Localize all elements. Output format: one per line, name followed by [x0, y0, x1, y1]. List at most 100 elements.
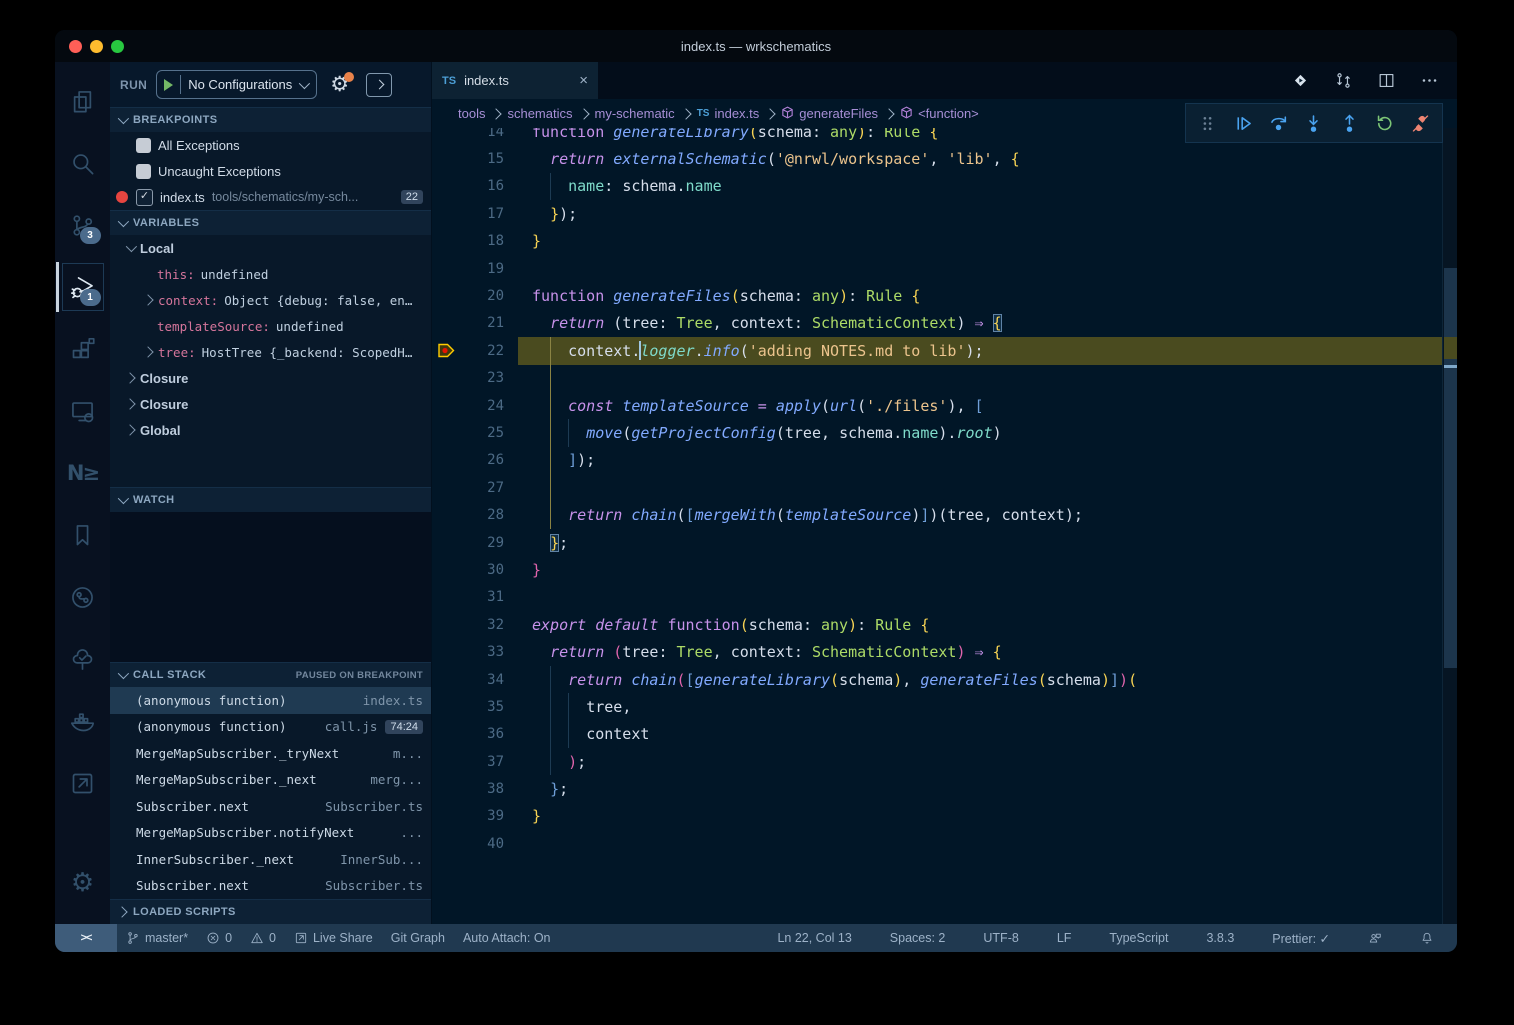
- activity-item-run-debug[interactable]: 1: [60, 256, 106, 318]
- activity-item-extensions[interactable]: [60, 318, 106, 380]
- code-line-36[interactable]: 36 context: [432, 721, 1443, 748]
- watch-section-header[interactable]: WATCH: [110, 487, 431, 512]
- variable-scope-row[interactable]: Closure: [110, 391, 431, 417]
- breakpoint-checkbox[interactable]: [136, 138, 151, 153]
- status-auto-attach-on[interactable]: Auto Attach: On: [454, 924, 560, 952]
- code-line-21[interactable]: 21 return (tree: Tree, context: Schemati…: [432, 310, 1443, 337]
- code-line-38[interactable]: 38 };: [432, 775, 1443, 802]
- more-actions-icon[interactable]: [1420, 71, 1439, 90]
- breadcrumb-item[interactable]: TSindex.ts: [697, 106, 760, 121]
- code-line-19[interactable]: 19: [432, 255, 1443, 282]
- call-stack-frame[interactable]: MergeMapSubscriber._nextmerg...: [110, 767, 431, 794]
- chevron-right-icon[interactable]: [142, 346, 153, 357]
- chevron-down-icon[interactable]: [126, 241, 137, 252]
- breakpoint-row[interactable]: All Exceptions: [110, 132, 431, 158]
- code-line-34[interactable]: 34 return chain([generateLibrary(schema)…: [432, 666, 1443, 693]
- breadcrumb-item[interactable]: tools: [458, 106, 485, 121]
- status-spaces-2[interactable]: Spaces: 2: [881, 924, 955, 952]
- call-stack-frame[interactable]: (anonymous function)index.ts: [110, 687, 431, 714]
- tab-index-ts[interactable]: TS index.ts ×: [432, 62, 598, 99]
- step-into-button[interactable]: [1300, 109, 1328, 137]
- code-line-40[interactable]: 40: [432, 830, 1443, 857]
- code-line-25[interactable]: 25 move(getProjectConfig(tree, schema.na…: [432, 419, 1443, 446]
- code-line-27[interactable]: 27: [432, 474, 1443, 501]
- minimize-window-button[interactable]: [90, 40, 103, 53]
- code-viewport[interactable]: 14function generateLibrary(schema: any):…: [432, 128, 1457, 924]
- open-changes-icon[interactable]: [1291, 71, 1310, 90]
- chevron-right-icon[interactable]: [124, 398, 135, 409]
- status-live-share[interactable]: Live Share: [285, 924, 382, 952]
- status-git-graph[interactable]: Git Graph: [382, 924, 454, 952]
- chevron-right-icon[interactable]: [142, 294, 153, 305]
- code-line-26[interactable]: 26 ]);: [432, 447, 1443, 474]
- variable-row[interactable]: context:Object {debug: false, en…: [110, 287, 431, 313]
- start-debug-icon[interactable]: [164, 79, 173, 91]
- breadcrumb-item[interactable]: <function>: [900, 106, 979, 122]
- status-ln-22-col-13[interactable]: Ln 22, Col 13: [768, 924, 860, 952]
- drag-handle-icon[interactable]: [1194, 109, 1222, 137]
- code-line-29[interactable]: 29 };: [432, 529, 1443, 556]
- breakpoint-checkbox[interactable]: [136, 164, 151, 179]
- breakpoint-checkbox[interactable]: ✓: [136, 189, 153, 206]
- step-out-button[interactable]: [1335, 109, 1363, 137]
- code-line-39[interactable]: 39}: [432, 803, 1443, 830]
- status-warning[interactable]: 0: [241, 924, 285, 952]
- maximize-window-button[interactable]: [111, 40, 124, 53]
- code-line-30[interactable]: 30}: [432, 556, 1443, 583]
- call-stack-frame[interactable]: Subscriber.nextSubscriber.ts: [110, 873, 431, 900]
- code-line-17[interactable]: 17 });: [432, 200, 1443, 227]
- activity-item-live-share[interactable]: [60, 752, 106, 814]
- code-line-24[interactable]: 24 const templateSource = apply(url('./f…: [432, 392, 1443, 419]
- activity-item-bookmarks[interactable]: [60, 504, 106, 566]
- variable-scope-row[interactable]: Local: [110, 235, 431, 261]
- code-line-35[interactable]: 35 tree,: [432, 693, 1443, 720]
- chevron-right-icon[interactable]: [124, 424, 135, 435]
- call-stack-section-header[interactable]: CALL STACK PAUSED ON BREAKPOINT: [110, 662, 431, 687]
- restart-button[interactable]: [1371, 109, 1399, 137]
- code-line-16[interactable]: 16 name: schema.name: [432, 173, 1443, 200]
- code-line-31[interactable]: 31: [432, 584, 1443, 611]
- status-git-branch[interactable]: master*: [117, 924, 197, 952]
- continue-button[interactable]: [1229, 109, 1257, 137]
- status-feedback[interactable]: [1359, 924, 1391, 952]
- call-stack-frame[interactable]: InnerSubscriber._nextInnerSub...: [110, 846, 431, 873]
- git-compare-icon[interactable]: [1334, 71, 1353, 90]
- disconnect-button[interactable]: [1406, 109, 1434, 137]
- loaded-scripts-section-header[interactable]: LOADED SCRIPTS: [110, 899, 431, 924]
- split-editor-icon[interactable]: [1377, 71, 1396, 90]
- status-typescript[interactable]: TypeScript: [1100, 924, 1177, 952]
- activity-item-nx-console[interactable]: N≥: [60, 442, 106, 504]
- activity-item-docker[interactable]: [60, 690, 106, 752]
- breakpoint-row[interactable]: ✓index.tstools/schematics/my-sch...22: [110, 184, 431, 210]
- chevron-right-icon[interactable]: [124, 372, 135, 383]
- activity-item-test-explorer[interactable]: [60, 628, 106, 690]
- debug-console-button[interactable]: [366, 73, 392, 97]
- variable-scope-row[interactable]: Global: [110, 417, 431, 443]
- status-3-8-3[interactable]: 3.8.3: [1197, 924, 1243, 952]
- close-tab-icon[interactable]: ×: [579, 72, 588, 89]
- code-line-23[interactable]: 23: [432, 365, 1443, 392]
- call-stack-frame[interactable]: Subscriber.nextSubscriber.ts: [110, 793, 431, 820]
- breakpoint-row[interactable]: Uncaught Exceptions: [110, 158, 431, 184]
- breadcrumb-item[interactable]: schematics: [507, 106, 572, 121]
- activity-item-remote-explorer[interactable]: [60, 380, 106, 442]
- call-stack-frame[interactable]: MergeMapSubscriber.notifyNext...: [110, 820, 431, 847]
- editor-scrollbar[interactable]: [1442, 128, 1457, 924]
- variable-row[interactable]: tree:HostTree {_backend: ScopedH…: [110, 339, 431, 365]
- call-stack-frame[interactable]: MergeMapSubscriber._tryNextm...: [110, 740, 431, 767]
- code-line-20[interactable]: 20function generateFiles(schema: any): R…: [432, 282, 1443, 309]
- code-line-32[interactable]: 32export default function(schema: any): …: [432, 611, 1443, 638]
- code-line-28[interactable]: 28 return chain([mergeWith(templateSourc…: [432, 501, 1443, 528]
- variable-row[interactable]: templateSource:undefined: [110, 313, 431, 339]
- variable-scope-row[interactable]: Closure: [110, 365, 431, 391]
- breadcrumb-item[interactable]: my-schematic: [595, 106, 675, 121]
- code-line-37[interactable]: 37 );: [432, 748, 1443, 775]
- code-line-22[interactable]: 22 context.logger.info('adding NOTES.md …: [432, 337, 1443, 364]
- code-line-15[interactable]: 15 return externalSchematic('@nrwl/works…: [432, 145, 1443, 172]
- activity-item-source-control[interactable]: 3: [60, 194, 106, 256]
- status-prettier-[interactable]: Prettier: ✓: [1263, 924, 1339, 952]
- activity-item-search[interactable]: [60, 132, 106, 194]
- scrollbar-thumb[interactable]: [1444, 268, 1457, 668]
- close-window-button[interactable]: [69, 40, 82, 53]
- step-over-button[interactable]: [1265, 109, 1293, 137]
